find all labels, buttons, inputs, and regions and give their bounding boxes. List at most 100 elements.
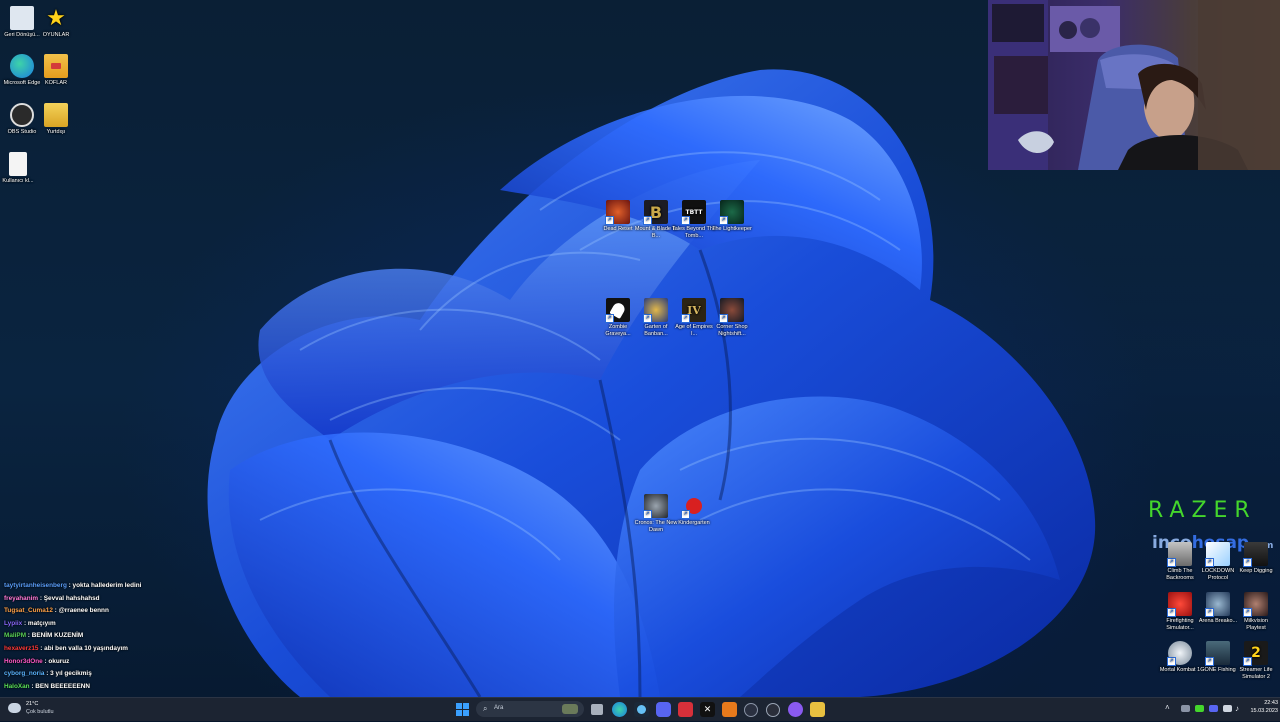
chrome-taskbar-icon[interactable] xyxy=(766,703,780,717)
app-taskbar-icon[interactable] xyxy=(810,702,825,717)
game-icon: IV ↗ xyxy=(681,298,706,323)
chevron-up-icon[interactable]: ˄ xyxy=(1165,703,1170,712)
task-view-icon[interactable] xyxy=(591,704,603,715)
chat-username: MaliPM xyxy=(4,632,27,640)
game-icon: ↗ xyxy=(1243,592,1268,617)
desktop-icon-label: Mortal Kombat 1 xyxy=(1159,667,1201,673)
chat-text: : Şevval hahshahsd xyxy=(39,594,100,602)
razer-tray-icon[interactable] xyxy=(1195,705,1204,712)
yurtdisi-folder-shortcut[interactable]: Yurtdışı xyxy=(34,103,78,136)
chat-text: : 3 yıl gecikmiş xyxy=(46,670,92,678)
tray-app-icon[interactable] xyxy=(1209,705,1218,712)
game-icon: ↗ xyxy=(1167,592,1192,617)
game-shortcut-kindergarten[interactable]: ↗ Kindergarten xyxy=(672,494,716,527)
desktop-icon-label: Yurtdışı xyxy=(46,129,66,135)
game-icon: ↗ xyxy=(1167,542,1192,567)
taskbar-search[interactable]: ⌕ Ara xyxy=(476,701,584,717)
epic-taskbar-icon[interactable]: ✕ xyxy=(700,702,715,717)
desktop-icon-label: Garten of Banban... xyxy=(644,324,668,337)
folder-icon xyxy=(44,54,68,78)
desktop-icon-label: Dead Reset xyxy=(603,226,633,232)
chat-message: MaliPM : BENİM KUZENİM xyxy=(4,630,304,643)
chat-text: : BEN BEEEEEENN xyxy=(31,682,90,690)
discord-taskbar-icon[interactable] xyxy=(656,702,671,717)
weather-description: Çok bulutlu xyxy=(26,709,54,715)
chat-text: : abi ben valla 10 yaşındayım xyxy=(40,644,128,652)
app-taskbar-icon[interactable] xyxy=(722,702,737,717)
game-icon: ↗ xyxy=(1205,641,1230,666)
desktop-icon-label: OBS Studio xyxy=(7,129,37,135)
desktop-icon-label: Climb The Backrooms xyxy=(1166,568,1194,581)
desktop-icon-label: Kullanıcı kl... xyxy=(2,178,34,184)
search-highlight-icon xyxy=(562,704,578,714)
game-icon: ↗ xyxy=(643,298,668,323)
game-shortcut-corner-shop[interactable]: ↗ Corner Shop Nightshift... xyxy=(710,298,754,338)
desktop-icon-label: KOFLAR xyxy=(44,80,67,86)
chat-message: taytyirtanheisenberg : yokta hallederim … xyxy=(4,580,304,593)
chat-username: Lypiix xyxy=(4,619,23,627)
chat-username: HaloXan xyxy=(4,682,30,690)
search-icon: ⌕ xyxy=(483,704,488,713)
desktop-icon-label: Arena Breako... xyxy=(1198,618,1238,624)
game-icon: ↗ xyxy=(1243,542,1268,567)
game-icon: B ↗ xyxy=(643,200,668,225)
chat-text: : @rraenee bennn xyxy=(54,607,109,615)
chat-message: hexaverz15 : abi ben valla 10 yaşındayım xyxy=(4,643,304,656)
koflar-folder-shortcut[interactable]: KOFLAR xyxy=(34,54,78,87)
desktop-icon-label: Age of Empires I... xyxy=(675,324,713,337)
start-button[interactable] xyxy=(455,702,470,717)
desktop-icon-label: LOCKDOWN Protocol xyxy=(1201,568,1235,581)
game-icon: 2 ↗ xyxy=(1243,641,1268,666)
desktop-icon-label: Milkvision Playtest xyxy=(1244,618,1268,631)
game-shortcut-lightkeeper[interactable]: ↗ The Lightkeeper xyxy=(710,200,754,233)
game-icon: ↗ xyxy=(1205,592,1230,617)
obs-taskbar-icon[interactable] xyxy=(744,703,758,717)
app-taskbar-icon[interactable] xyxy=(678,702,693,717)
game-shortcut-keep-digging[interactable]: ↗ Keep Digging xyxy=(1234,542,1278,575)
windows-taskbar: 21°C Çok bulutlu ⌕ Ara ✕ ˄ ♪ 22:43 15.03… xyxy=(0,697,1280,721)
steam-taskbar-icon[interactable] xyxy=(634,702,649,717)
chat-message: HaloXan : BEN BEEEEEENN xyxy=(4,681,304,694)
desktop-icon-label: Streamer Life Simulator 2 xyxy=(1239,667,1273,680)
document-icon xyxy=(9,152,27,176)
weather-temperature: 21°C xyxy=(26,701,39,707)
oyunlar-folder-shortcut[interactable]: ★ OYUNLAR xyxy=(34,6,78,39)
chat-text: : okuruz xyxy=(44,657,70,665)
chat-text: : BENİM KUZENİM xyxy=(27,632,84,640)
chat-username: taytyirtanheisenberg xyxy=(4,582,67,589)
desktop-icon-label: OYUNLAR xyxy=(42,32,70,38)
app-taskbar-icon[interactable] xyxy=(788,702,803,717)
desktop-icon-label: Mount & Blade II: B... xyxy=(634,226,678,239)
document-shortcut[interactable]: Kullanıcı kl... xyxy=(0,152,40,185)
game-icon: ↗ xyxy=(719,298,744,323)
desktop-icon-label: GONE Fishing xyxy=(1200,667,1236,673)
desktop-icon-label: Keep Digging xyxy=(1239,568,1273,574)
game-icon: ↗ xyxy=(1167,641,1192,666)
chat-username: freyahanim xyxy=(4,594,39,602)
clock-time: 22:43 xyxy=(1264,700,1278,706)
edge-icon xyxy=(10,54,34,78)
edge-taskbar-icon[interactable] xyxy=(612,702,627,717)
game-icon: ↗ xyxy=(719,200,744,225)
cloud-icon xyxy=(8,703,21,713)
recycle-bin-icon xyxy=(10,6,34,30)
chat-text: : matçıyım xyxy=(24,619,56,627)
tray-app-icon[interactable] xyxy=(1181,705,1190,712)
game-shortcut-streamer-life[interactable]: 2 ↗ Streamer Life Simulator 2 xyxy=(1234,641,1278,681)
chat-username: cyborg_noria xyxy=(4,670,45,678)
game-icon: ↗ xyxy=(605,200,630,225)
razer-logo: RAZER xyxy=(1148,498,1257,523)
network-icon[interactable] xyxy=(1223,705,1232,712)
game-icon: ↗ xyxy=(643,494,668,519)
game-shortcut-milkvision[interactable]: ↗ Milkvision Playtest xyxy=(1234,592,1278,632)
game-icon: ↗ xyxy=(681,494,706,519)
search-placeholder: Ara xyxy=(494,705,504,711)
desktop-icon-label: Firefighting Simulator... xyxy=(1166,618,1194,631)
webcam-overlay xyxy=(988,0,1280,170)
chat-message: Lypiix : matçıyım xyxy=(4,618,304,631)
windows-logo-icon xyxy=(456,703,469,716)
chat-message: freyahanim : Şevval hahshahsd xyxy=(4,593,304,606)
volume-icon[interactable]: ♪ xyxy=(1235,704,1239,713)
chat-username: Tugsat_Cuma12 xyxy=(4,607,53,615)
game-icon: ↗ xyxy=(1205,542,1230,567)
